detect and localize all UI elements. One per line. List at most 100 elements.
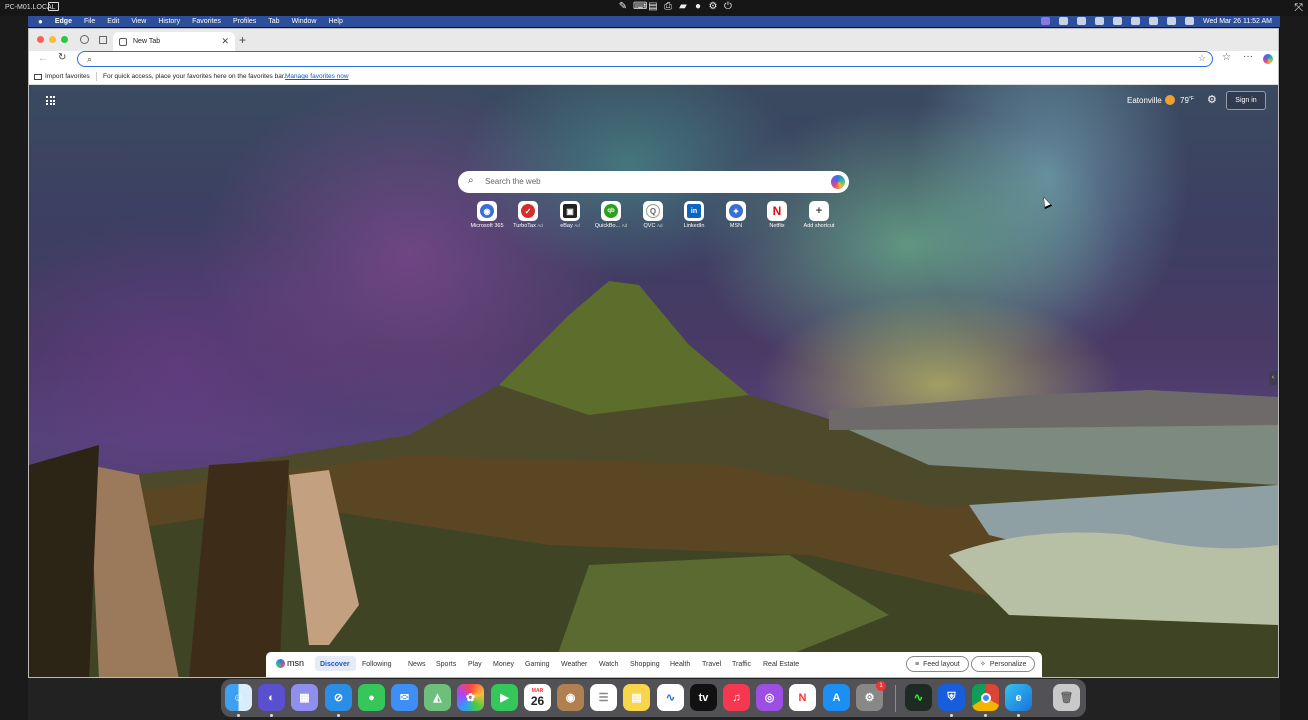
favorite-star-icon[interactable]: ☆: [1198, 53, 1206, 64]
apps-grid-icon[interactable]: ▦: [291, 684, 318, 711]
edit-icon[interactable]: ✎: [618, 2, 628, 12]
shortcut-ebay[interactable]: ▣ eBay Ad: [548, 201, 592, 229]
search-icon[interactable]: [1167, 17, 1176, 25]
close-tab-icon[interactable]: ✕: [221, 36, 229, 47]
menu-favorites[interactable]: Favorites: [192, 18, 221, 25]
music-icon[interactable]: ♫: [723, 684, 750, 711]
menu-file[interactable]: File: [84, 18, 95, 25]
zoom-window-button[interactable]: [61, 36, 68, 43]
apps-launcher-icon[interactable]: [46, 96, 55, 105]
fullscreen-icon[interactable]: ⤧: [1294, 2, 1303, 15]
control-center-icon[interactable]: [1185, 17, 1194, 25]
photos-icon[interactable]: ✿: [457, 684, 484, 711]
menu-tab[interactable]: Tab: [268, 18, 279, 25]
new-tab-button[interactable]: +: [239, 33, 246, 47]
battery-icon[interactable]: [1149, 17, 1158, 25]
more-icon[interactable]: ···: [1243, 51, 1253, 62]
launchpad-icon[interactable]: ◐: [258, 684, 285, 711]
cloud-icon[interactable]: [1113, 17, 1122, 25]
tab-watch[interactable]: Watch: [599, 661, 619, 668]
appletv-icon[interactable]: tv: [690, 684, 717, 711]
sign-in-button[interactable]: Sign in: [1226, 91, 1266, 110]
tab-travel[interactable]: Travel: [702, 661, 721, 668]
finder-icon[interactable]: ☺: [225, 684, 252, 711]
freeform-icon[interactable]: ∿: [657, 684, 684, 711]
profile-icon[interactable]: [80, 35, 89, 44]
tab-discover[interactable]: Discover: [320, 661, 350, 668]
power-icon[interactable]: ⏻: [723, 2, 733, 12]
maps-icon[interactable]: ◭: [424, 684, 451, 711]
favorites-icon[interactable]: ☆: [1222, 52, 1231, 63]
tab-traffic[interactable]: Traffic: [732, 661, 751, 668]
safari-icon[interactable]: ⊘: [325, 684, 352, 711]
clipboard-icon[interactable]: ▤: [648, 2, 658, 12]
web-search-box[interactable]: ⌕ Search the web: [458, 171, 849, 193]
facetime-icon[interactable]: ▶: [491, 684, 518, 711]
address-bar[interactable]: ⌕ ☆: [77, 51, 1213, 67]
refresh-icon[interactable]: ↻: [58, 52, 66, 63]
tab-new-tab[interactable]: New Tab ✕: [113, 32, 235, 51]
podcasts-icon[interactable]: ◎: [756, 684, 783, 711]
mail-icon[interactable]: ✉: [391, 684, 418, 711]
weather-location[interactable]: Eatonville: [1127, 96, 1162, 105]
menu-profiles[interactable]: Profiles: [233, 18, 256, 25]
menu-view[interactable]: View: [131, 18, 146, 25]
copilot-icon[interactable]: [831, 175, 845, 189]
appstore-icon[interactable]: A: [823, 684, 850, 711]
add-shortcut-button[interactable]: + Add shortcut: [797, 201, 841, 229]
copilot-icon[interactable]: [1263, 54, 1273, 64]
weather-temperature[interactable]: 79°F: [1180, 96, 1194, 105]
menu-app-name[interactable]: Edge: [55, 18, 72, 25]
tab-weather[interactable]: Weather: [561, 661, 587, 668]
minimize-window-button[interactable]: [49, 36, 56, 43]
pen-icon[interactable]: [1095, 17, 1104, 25]
notes-icon[interactable]: ▤: [623, 684, 650, 711]
tab-health[interactable]: Health: [670, 661, 690, 668]
chat-icon[interactable]: ●: [693, 2, 703, 12]
page-settings-icon[interactable]: ⚙: [1207, 93, 1217, 106]
bitwarden-icon[interactable]: ⛨: [938, 684, 965, 711]
tab-shopping[interactable]: Shopping: [630, 661, 660, 668]
tab-actions-icon[interactable]: [99, 36, 107, 44]
shortcut-quickbooks[interactable]: qb QuickBo... Ad: [589, 201, 633, 229]
menu-clock[interactable]: Wed Mar 26 11:52 AM: [1203, 18, 1272, 25]
tab-real-estate[interactable]: Real Estate: [763, 661, 799, 668]
reminders-icon[interactable]: ☰: [590, 684, 617, 711]
trash-icon[interactable]: 🗑: [1053, 684, 1080, 711]
folder-icon[interactable]: ▰: [678, 2, 688, 12]
tab-gaming[interactable]: Gaming: [525, 661, 550, 668]
activity-monitor-icon[interactable]: ∿: [905, 684, 932, 711]
msn-logo[interactable]: msn: [276, 658, 304, 668]
tab-sports[interactable]: Sports: [436, 661, 456, 668]
sidebar-toggle-icon[interactable]: ‹: [1269, 371, 1277, 385]
contacts-icon[interactable]: ◉: [557, 684, 584, 711]
shortcut-microsoft365[interactable]: ◉ Microsoft 365: [465, 201, 509, 229]
shortcut-linkedin[interactable]: in LinkedIn: [672, 201, 716, 229]
screen-share-icon[interactable]: [1041, 17, 1050, 25]
messages-icon[interactable]: ●: [358, 684, 385, 711]
menu-window[interactable]: Window: [292, 18, 317, 25]
keyboard-icon[interactable]: ⌨: [633, 2, 647, 12]
wifi-icon[interactable]: [1131, 17, 1140, 25]
shortcut-netflix[interactable]: N Netflix: [755, 201, 799, 229]
menu-edit[interactable]: Edit: [107, 18, 119, 25]
tab-money[interactable]: Money: [493, 661, 514, 668]
news-icon[interactable]: N: [789, 684, 816, 711]
tab-news[interactable]: News: [408, 661, 426, 668]
remote-status-icon[interactable]: [1059, 17, 1068, 25]
feed-layout-button[interactable]: ≡ Feed layout: [906, 656, 969, 672]
print-icon[interactable]: ⎙: [663, 2, 673, 12]
calendar-icon[interactable]: MAR 26: [524, 684, 551, 711]
menu-help[interactable]: Help: [328, 18, 342, 25]
shortcut-msn[interactable]: ✦ MSN: [714, 201, 758, 229]
menu-history[interactable]: History: [158, 18, 180, 25]
gear-icon[interactable]: ⚙: [708, 2, 718, 12]
shortcut-qvc[interactable]: Q QVC Ad: [631, 201, 675, 229]
manage-favorites-link[interactable]: Manage favorites now: [285, 73, 349, 80]
apple-icon[interactable]: ●: [38, 17, 43, 26]
monitor-icon[interactable]: [48, 2, 59, 11]
close-window-button[interactable]: [37, 36, 44, 43]
chrome-icon[interactable]: [972, 684, 999, 711]
back-icon[interactable]: ←: [38, 53, 48, 64]
display-icon[interactable]: [1077, 17, 1086, 25]
